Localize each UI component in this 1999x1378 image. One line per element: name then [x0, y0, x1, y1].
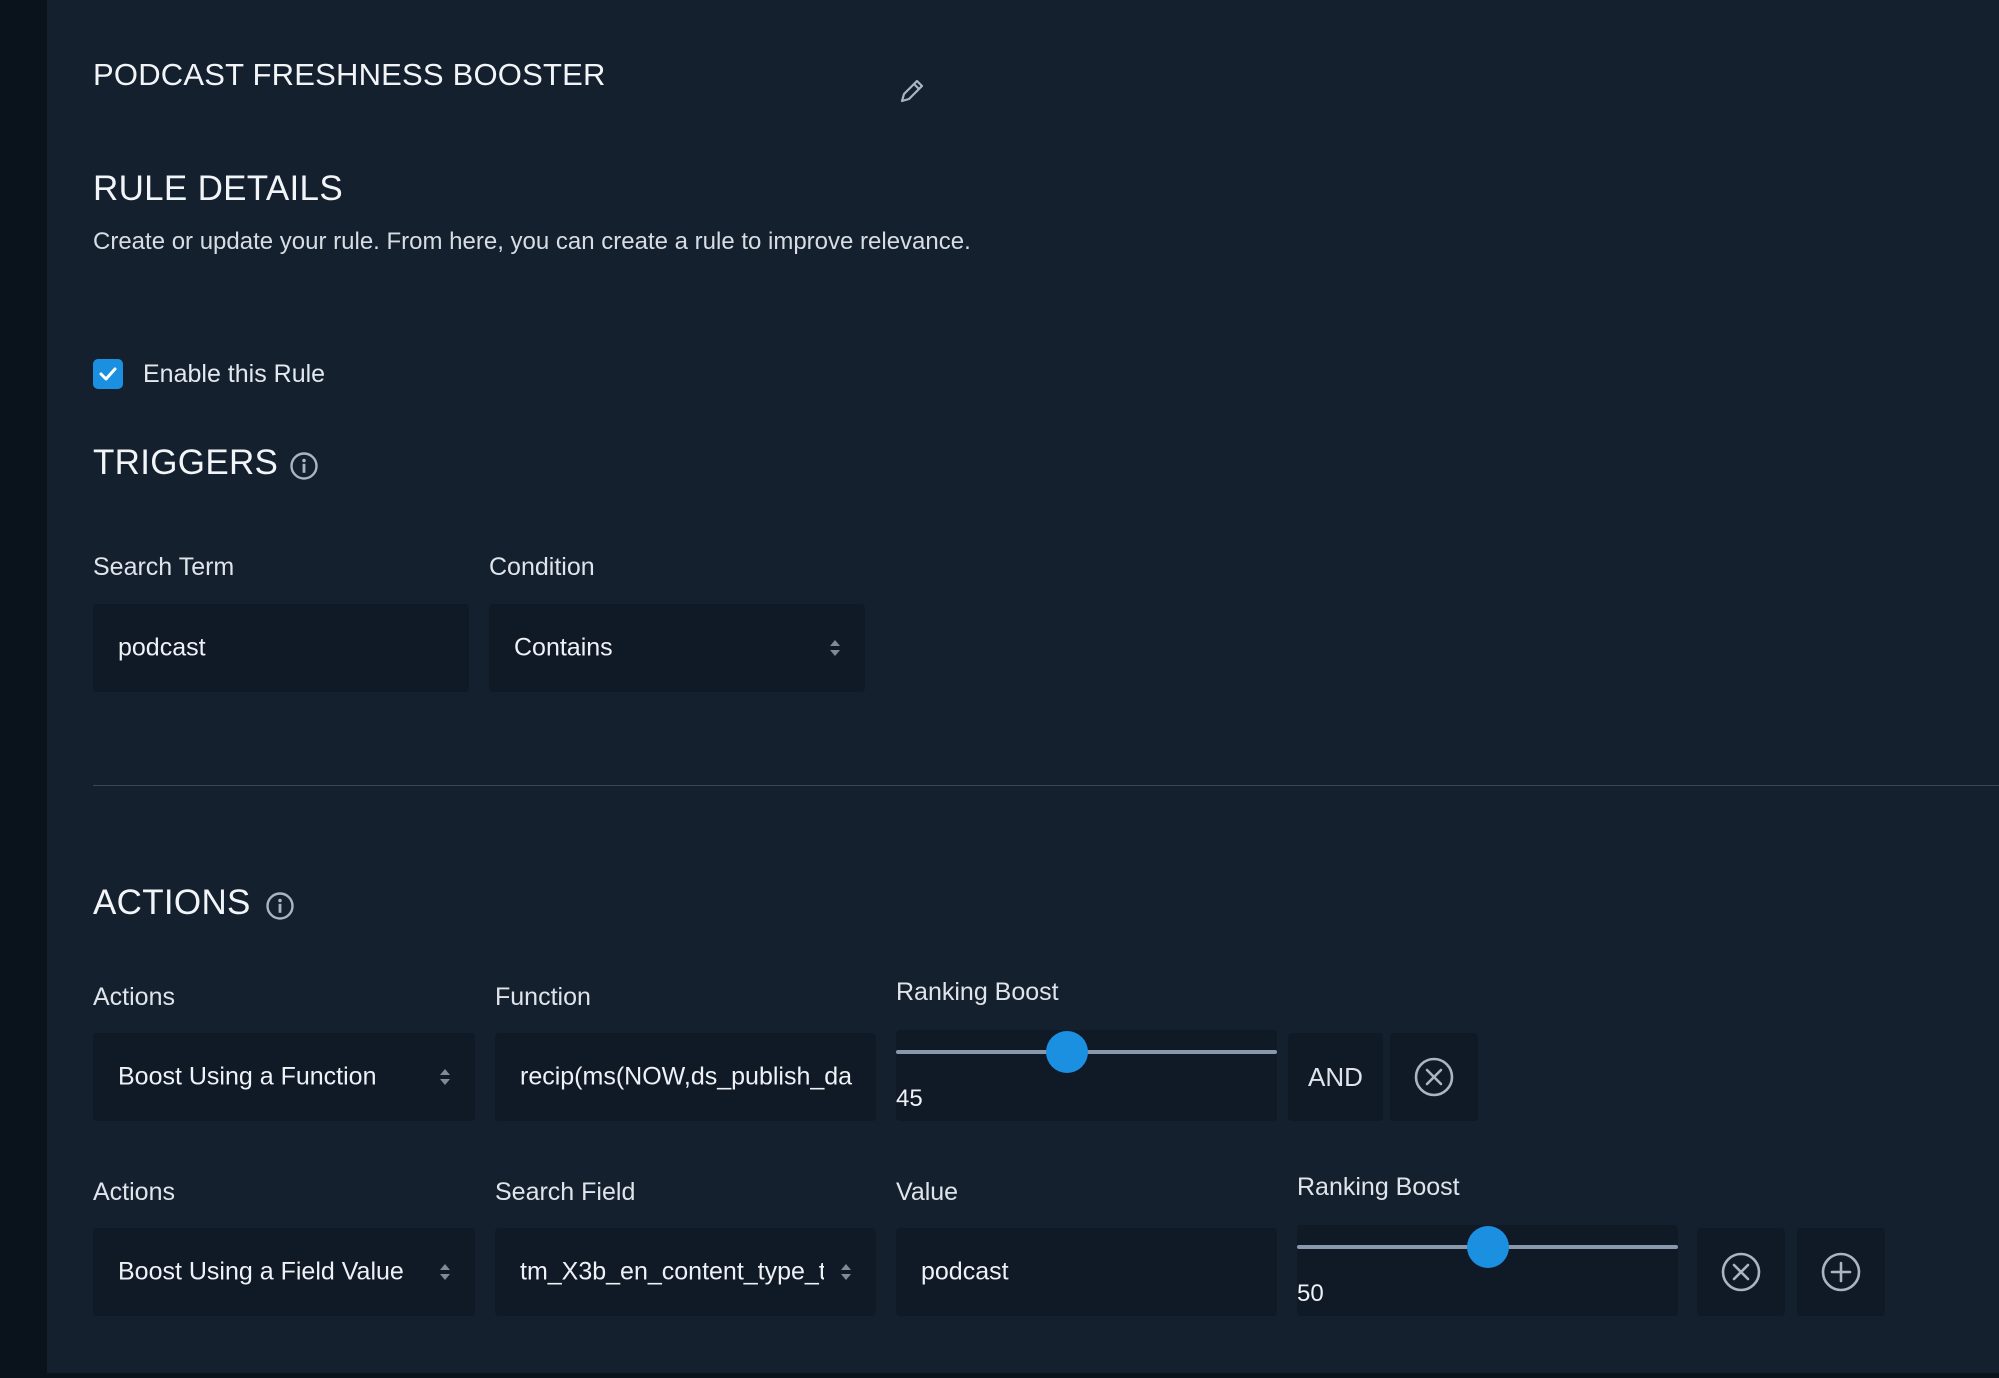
ranking-boost-slider[interactable]: 45: [896, 1030, 1277, 1121]
condition-select[interactable]: Contains: [489, 604, 865, 692]
ranking-boost-label: Ranking Boost: [1297, 1173, 1460, 1201]
action-type-select[interactable]: Boost Using a Function: [93, 1033, 475, 1121]
value-value: podcast: [921, 1257, 1009, 1286]
actions-label: Actions: [93, 1178, 175, 1206]
function-value: recip(ms(NOW,ds_publish_da: [520, 1062, 853, 1091]
search-field-value: tm_X3b_en_content_type_t: [520, 1257, 824, 1286]
check-icon: [99, 367, 117, 381]
and-operator-label: AND: [1308, 1061, 1363, 1092]
ranking-boost-value: 45: [896, 1085, 923, 1112]
info-icon[interactable]: [265, 891, 295, 921]
action-type-value: Boost Using a Field Value: [118, 1257, 404, 1286]
ranking-boost-label: Ranking Boost: [896, 978, 1059, 1006]
condition-label: Condition: [489, 553, 595, 581]
actions-label: Actions: [93, 983, 175, 1011]
search-term-input[interactable]: podcast: [93, 604, 469, 692]
rule-name: PODCAST FRESHNESS BOOSTER: [93, 57, 606, 92]
and-operator[interactable]: AND: [1288, 1033, 1383, 1121]
ranking-boost-value: 50: [1297, 1280, 1324, 1307]
ranking-boost-slider[interactable]: 50: [1297, 1225, 1678, 1316]
search-term-value: podcast: [118, 633, 206, 662]
value-input[interactable]: podcast: [896, 1228, 1277, 1316]
add-action-button[interactable]: [1797, 1228, 1885, 1316]
value-label: Value: [896, 1178, 959, 1206]
select-arrows-icon: [830, 640, 840, 656]
remove-action-button[interactable]: [1390, 1033, 1478, 1121]
pencil-icon[interactable]: [897, 76, 927, 106]
select-arrows-icon: [440, 1069, 450, 1085]
enable-rule-label[interactable]: Enable this Rule: [143, 360, 325, 389]
enable-rule-checkbox[interactable]: [93, 359, 123, 389]
bottom-edge: [0, 1373, 1999, 1378]
slider-thumb[interactable]: [1046, 1031, 1089, 1073]
info-icon[interactable]: [289, 451, 319, 481]
actions-title: ACTIONS: [93, 883, 251, 922]
remove-action-button[interactable]: [1697, 1228, 1785, 1316]
select-arrows-icon: [440, 1264, 450, 1280]
rule-details-description: Create or update your rule. From here, y…: [93, 228, 971, 255]
search-term-label: Search Term: [93, 553, 235, 581]
section-divider: [93, 785, 1999, 786]
select-arrows-icon: [841, 1264, 851, 1280]
left-sidebar-edge: [0, 0, 47, 1378]
function-input[interactable]: recip(ms(NOW,ds_publish_da: [495, 1033, 876, 1121]
search-field-label: Search Field: [495, 1178, 636, 1206]
function-label: Function: [495, 983, 591, 1011]
slider-thumb[interactable]: [1466, 1226, 1509, 1268]
action-type-select[interactable]: Boost Using a Field Value: [93, 1228, 475, 1316]
triggers-title: TRIGGERS: [93, 443, 279, 482]
close-circle-icon: [1414, 1057, 1454, 1097]
condition-value: Contains: [514, 633, 613, 662]
plus-circle-icon: [1821, 1252, 1861, 1292]
rule-details-title: RULE DETAILS: [93, 169, 343, 208]
search-field-select[interactable]: tm_X3b_en_content_type_t: [495, 1228, 876, 1316]
action-type-value: Boost Using a Function: [118, 1062, 377, 1091]
close-circle-icon: [1721, 1252, 1761, 1292]
